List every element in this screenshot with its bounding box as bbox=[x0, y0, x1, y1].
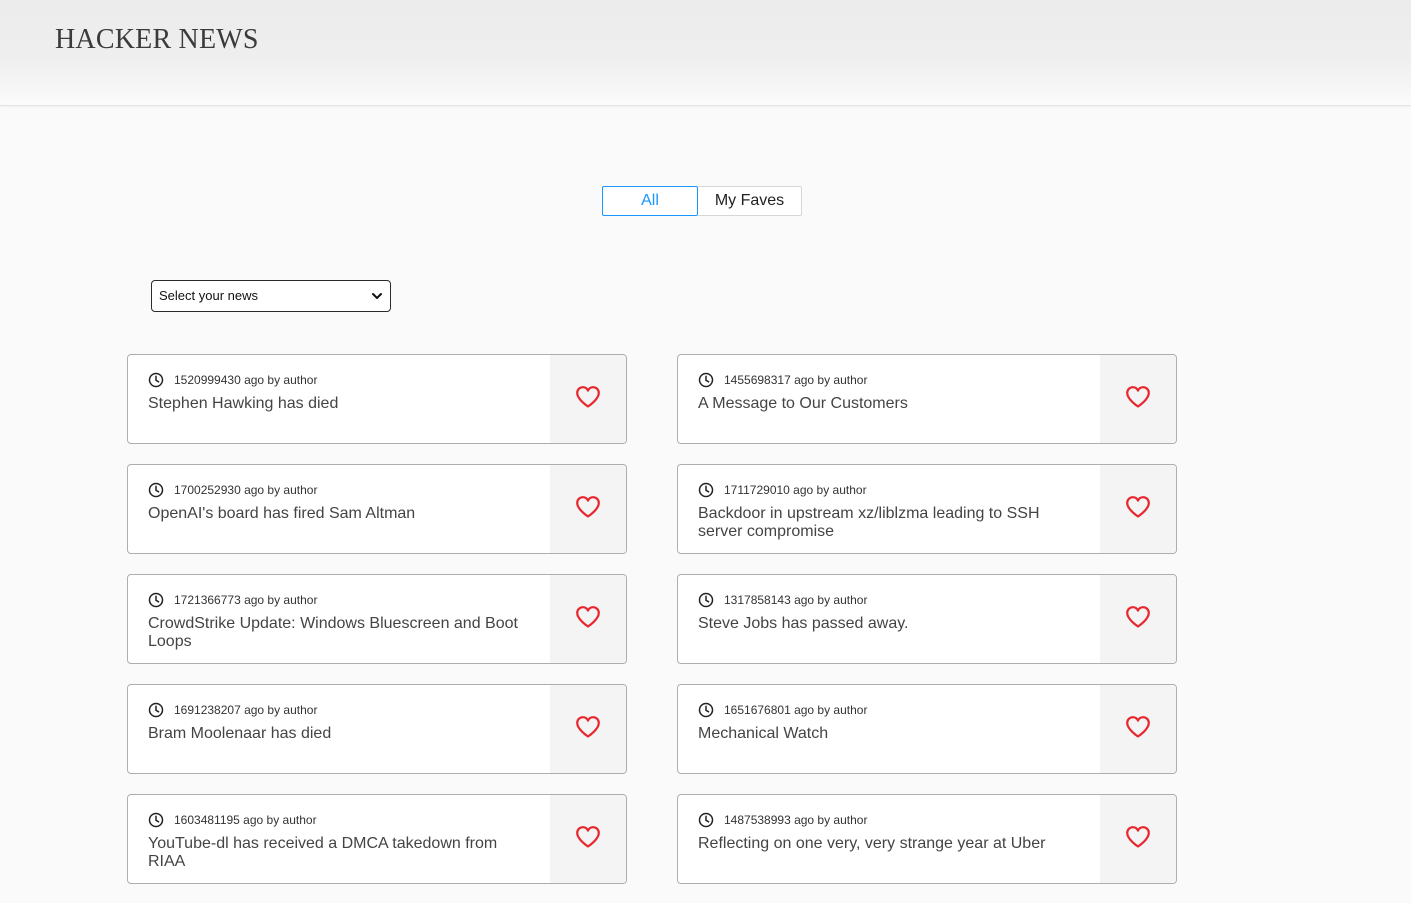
news-title[interactable]: OpenAI's board has fired Sam Altman bbox=[148, 505, 538, 523]
clock-icon bbox=[148, 482, 164, 498]
favorite-button[interactable] bbox=[1100, 465, 1176, 553]
view-tabs: All My Faves bbox=[602, 186, 802, 216]
news-time-author: 1520999430 ago by author bbox=[174, 373, 318, 387]
chevron-down-icon bbox=[372, 293, 382, 299]
news-time-author: 1651676801 ago by author bbox=[724, 703, 868, 717]
favorite-button[interactable] bbox=[550, 465, 626, 553]
app-header: HACKER NEWS bbox=[0, 0, 1411, 106]
news-card: 1520999430 ago by author Stephen Hawking… bbox=[127, 354, 627, 444]
news-meta: 1455698317 ago by author bbox=[698, 372, 867, 388]
heart-outline-icon bbox=[576, 386, 600, 408]
news-select[interactable]: Select your news bbox=[151, 280, 391, 312]
news-meta: 1487538993 ago by author bbox=[698, 812, 867, 828]
news-time-author: 1711729010 ago by author bbox=[724, 483, 867, 497]
heart-outline-icon bbox=[576, 826, 600, 848]
clock-icon bbox=[698, 702, 714, 718]
heart-outline-icon bbox=[1126, 826, 1150, 848]
clock-icon bbox=[148, 812, 164, 828]
news-card: 1603481195 ago by author YouTube-dl has … bbox=[127, 794, 627, 884]
news-meta: 1711729010 ago by author bbox=[698, 482, 867, 498]
news-time-author: 1603481195 ago by author bbox=[174, 813, 317, 827]
favorite-button[interactable] bbox=[1100, 355, 1176, 443]
news-title[interactable]: A Message to Our Customers bbox=[698, 395, 1088, 413]
tab-my-faves[interactable]: My Faves bbox=[698, 186, 802, 216]
heart-outline-icon bbox=[1126, 496, 1150, 518]
favorite-button[interactable] bbox=[1100, 685, 1176, 773]
news-meta: 1317858143 ago by author bbox=[698, 592, 867, 608]
heart-outline-icon bbox=[1126, 386, 1150, 408]
news-title[interactable]: Bram Moolenaar has died bbox=[148, 725, 538, 743]
favorite-button[interactable] bbox=[550, 685, 626, 773]
clock-icon bbox=[148, 592, 164, 608]
news-time-author: 1691238207 ago by author bbox=[174, 703, 318, 717]
news-time-author: 1317858143 ago by author bbox=[724, 593, 868, 607]
news-meta: 1603481195 ago by author bbox=[148, 812, 317, 828]
heart-outline-icon bbox=[576, 716, 600, 738]
news-title[interactable]: Reflecting on one very, very strange yea… bbox=[698, 835, 1088, 853]
favorite-button[interactable] bbox=[550, 575, 626, 663]
news-card: 1487538993 ago by author Reflecting on o… bbox=[677, 794, 1177, 884]
news-meta: 1520999430 ago by author bbox=[148, 372, 317, 388]
news-card: 1711729010 ago by author Backdoor in ups… bbox=[677, 464, 1177, 554]
news-title[interactable]: Backdoor in upstream xz/liblzma leading … bbox=[698, 505, 1088, 541]
news-meta: 1721366773 ago by author bbox=[148, 592, 317, 608]
news-time-author: 1455698317 ago by author bbox=[724, 373, 868, 387]
clock-icon bbox=[148, 702, 164, 718]
news-title[interactable]: CrowdStrike Update: Windows Bluescreen a… bbox=[148, 615, 538, 651]
heart-outline-icon bbox=[576, 606, 600, 628]
news-title[interactable]: Steve Jobs has passed away. bbox=[698, 615, 1088, 633]
news-card: 1700252930 ago by author OpenAI's board … bbox=[127, 464, 627, 554]
heart-outline-icon bbox=[1126, 606, 1150, 628]
heart-outline-icon bbox=[1126, 716, 1150, 738]
news-title[interactable]: Stephen Hawking has died bbox=[148, 395, 538, 413]
favorite-button[interactable] bbox=[550, 795, 626, 883]
news-card: 1691238207 ago by author Bram Moolenaar … bbox=[127, 684, 627, 774]
clock-icon bbox=[698, 482, 714, 498]
news-card: 1455698317 ago by author A Message to Ou… bbox=[677, 354, 1177, 444]
news-meta: 1651676801 ago by author bbox=[698, 702, 867, 718]
news-title[interactable]: YouTube-dl has received a DMCA takedown … bbox=[148, 835, 538, 871]
clock-icon bbox=[698, 372, 714, 388]
clock-icon bbox=[148, 372, 164, 388]
favorite-button[interactable] bbox=[1100, 795, 1176, 883]
news-card: 1721366773 ago by author CrowdStrike Upd… bbox=[127, 574, 627, 664]
news-title[interactable]: Mechanical Watch bbox=[698, 725, 1088, 743]
news-time-author: 1721366773 ago by author bbox=[174, 593, 318, 607]
clock-icon bbox=[698, 812, 714, 828]
news-meta: 1691238207 ago by author bbox=[148, 702, 317, 718]
favorite-button[interactable] bbox=[550, 355, 626, 443]
favorite-button[interactable] bbox=[1100, 575, 1176, 663]
news-time-author: 1700252930 ago by author bbox=[174, 483, 318, 497]
news-time-author: 1487538993 ago by author bbox=[724, 813, 868, 827]
news-select-value: Select your news bbox=[159, 288, 258, 303]
heart-outline-icon bbox=[576, 496, 600, 518]
tab-all[interactable]: All bbox=[602, 186, 698, 216]
news-meta: 1700252930 ago by author bbox=[148, 482, 317, 498]
site-logo[interactable]: HACKER NEWS bbox=[55, 24, 259, 56]
news-card: 1651676801 ago by author Mechanical Watc… bbox=[677, 684, 1177, 774]
news-card: 1317858143 ago by author Steve Jobs has … bbox=[677, 574, 1177, 664]
clock-icon bbox=[698, 592, 714, 608]
